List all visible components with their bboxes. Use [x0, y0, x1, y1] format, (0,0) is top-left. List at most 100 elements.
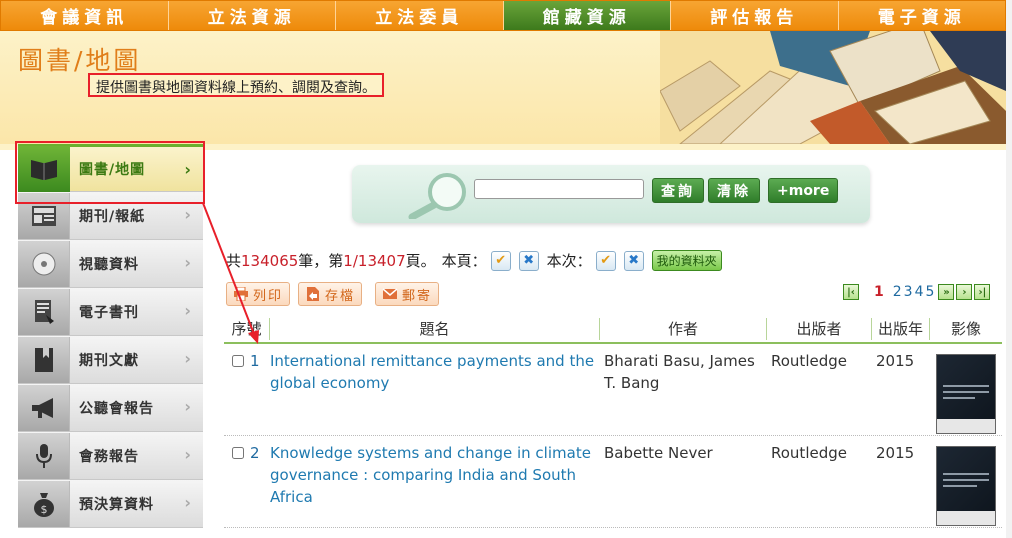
megaphone-icon — [18, 384, 70, 431]
first-page-icon[interactable]: |‹ — [843, 284, 859, 300]
nav-item-legislators[interactable]: 立法委員 — [336, 1, 504, 30]
chevron-right-icon: › — [184, 205, 191, 224]
results-summary: 共 134065 筆，第 1/13407 頁。 本頁： ✔ ✖ 本次： ✔ ✖ … — [226, 250, 722, 271]
nav-item-evaluation-reports[interactable]: 評估報告 — [671, 1, 839, 30]
row-checkbox[interactable] — [232, 355, 244, 367]
sidebar-item-label: 視聽資料 — [79, 256, 139, 273]
print-button[interactable]: 列印 — [226, 282, 291, 306]
results-table: 序號 題名 作者 出版者 出版年 影像 1 International remi… — [224, 318, 1002, 528]
search-panel: 查詢 清除 +more — [352, 165, 870, 223]
select-page-check-icon[interactable]: ✔ — [490, 250, 511, 271]
chevron-right-icon: › — [184, 349, 191, 368]
my-folder-button[interactable]: 我的資料夾 — [651, 250, 722, 271]
row-number-cell: 2 — [224, 436, 270, 527]
row-image-cell — [930, 344, 1002, 435]
row-year: 2015 — [876, 352, 915, 370]
last-page-icon[interactable]: ›| — [974, 284, 991, 300]
clear-page-x-icon[interactable]: ✖ — [518, 250, 539, 271]
sidebar-item-label: 期刊文獻 — [79, 352, 139, 369]
header-author: 作者 — [600, 318, 767, 340]
row-year: 2015 — [876, 444, 915, 462]
sidebar-item-journal-articles[interactable]: 期刊文獻 › — [18, 336, 203, 384]
chevron-right-icon: › — [184, 445, 191, 464]
row-number: 2 — [250, 444, 260, 462]
row-checkbox[interactable] — [232, 447, 244, 459]
query-button[interactable]: 查詢 — [652, 178, 704, 203]
print-label: 列印 — [253, 288, 284, 304]
chevron-right-icon: › — [184, 493, 191, 512]
total-count: 134065 — [241, 251, 299, 270]
pagination: |‹ 1 2 3 4 5 » › ›| — [842, 284, 991, 300]
sidebar-item-label: 公聽會報告 — [79, 400, 154, 417]
search-input[interactable] — [474, 179, 644, 199]
save-file-icon — [307, 287, 319, 301]
clear-all-x-icon[interactable]: ✖ — [623, 250, 644, 271]
table-row: 2 Knowledge systems and change in climat… — [224, 436, 1002, 528]
more-button[interactable]: +more — [768, 178, 839, 203]
header-publisher: 出版者 — [767, 318, 872, 340]
row-author: Babette Never — [604, 444, 713, 462]
row-publisher: Routledge — [771, 444, 847, 462]
header-year: 出版年 — [872, 318, 930, 340]
header-no: 序號 — [224, 318, 270, 340]
page-link[interactable]: 2 — [893, 284, 902, 300]
sidebar-item-label: 電子書刊 — [79, 304, 139, 321]
ebook-icon — [18, 288, 70, 335]
next-pages-icon[interactable]: » — [938, 284, 955, 300]
this-page-label: 本頁： — [441, 252, 487, 270]
printer-icon — [234, 287, 248, 301]
nav-item-meeting-info[interactable]: 會議資訊 — [1, 1, 169, 30]
sidebar-item-budget-data[interactable]: $ 預決算資料 › — [18, 480, 203, 528]
nav-item-library-collections[interactable]: 館藏資源 — [503, 1, 671, 30]
svg-text:$: $ — [40, 503, 47, 516]
save-button[interactable]: 存檔 — [298, 282, 363, 306]
row-title-link[interactable]: International remittance payments and th… — [270, 344, 600, 435]
disc-icon — [18, 240, 70, 287]
bookmark-icon — [18, 336, 70, 383]
magnifier-icon — [408, 173, 466, 219]
book-cover-image[interactable] — [936, 446, 996, 526]
page-description: 提供圖書與地圖資料線上預約、調閱及查詢。 — [88, 73, 384, 97]
this-time-label: 本次： — [546, 252, 592, 270]
sidebar-item-ebooks[interactable]: 電子書刊 › — [18, 288, 203, 336]
row-number: 1 — [250, 352, 260, 370]
sidebar-item-hearing-reports[interactable]: 公聽會報告 › — [18, 384, 203, 432]
row-number-cell: 1 — [224, 344, 270, 435]
email-button[interactable]: 郵寄 — [375, 282, 440, 306]
table-header: 序號 題名 作者 出版者 出版年 影像 — [224, 318, 1002, 344]
window-edge — [1006, 0, 1012, 538]
page-title: 圖書/地圖 — [18, 46, 142, 75]
nav-item-electronic-resources[interactable]: 電子資源 — [838, 1, 1005, 30]
header-image: 影像 — [950, 320, 981, 338]
summary-prefix: 共 — [226, 252, 242, 270]
active-item-highlight — [15, 141, 205, 204]
table-row: 1 International remittance payments and … — [224, 344, 1002, 436]
email-label: 郵寄 — [402, 288, 433, 304]
current-page: 1 — [874, 284, 884, 300]
save-label: 存檔 — [325, 288, 356, 304]
chevron-right-icon: › — [184, 301, 191, 320]
page-link[interactable]: 5 — [926, 284, 935, 300]
clear-button[interactable]: 清除 — [708, 178, 760, 203]
nav-item-legislative-resources[interactable]: 立法資源 — [168, 1, 336, 30]
book-cover-image[interactable] — [936, 354, 996, 434]
page-link[interactable]: 4 — [915, 284, 924, 300]
sidebar-item-audiovisual[interactable]: 視聽資料 › — [18, 240, 203, 288]
row-publisher: Routledge — [771, 352, 847, 370]
microphone-icon — [18, 432, 70, 479]
summary-unit-pages: 頁。 — [405, 252, 436, 270]
books-banner-image — [660, 31, 1006, 144]
sidebar-item-label: 期刊/報紙 — [79, 208, 146, 225]
sidebar-item-label: 預決算資料 — [79, 496, 154, 513]
next-page-icon[interactable]: › — [956, 284, 973, 300]
money-bag-icon: $ — [18, 480, 70, 527]
chevron-right-icon: › — [184, 397, 191, 416]
sidebar-item-council-reports[interactable]: 會務報告 › — [18, 432, 203, 480]
sidebar-item-label: 會務報告 — [79, 448, 139, 465]
row-title-link[interactable]: Knowledge systems and change in climate … — [270, 436, 600, 527]
header-title: 題名 — [270, 318, 600, 340]
select-all-check-icon[interactable]: ✔ — [595, 250, 616, 271]
envelope-icon — [382, 288, 398, 299]
page-link[interactable]: 3 — [904, 284, 913, 300]
chevron-right-icon: › — [184, 253, 191, 272]
